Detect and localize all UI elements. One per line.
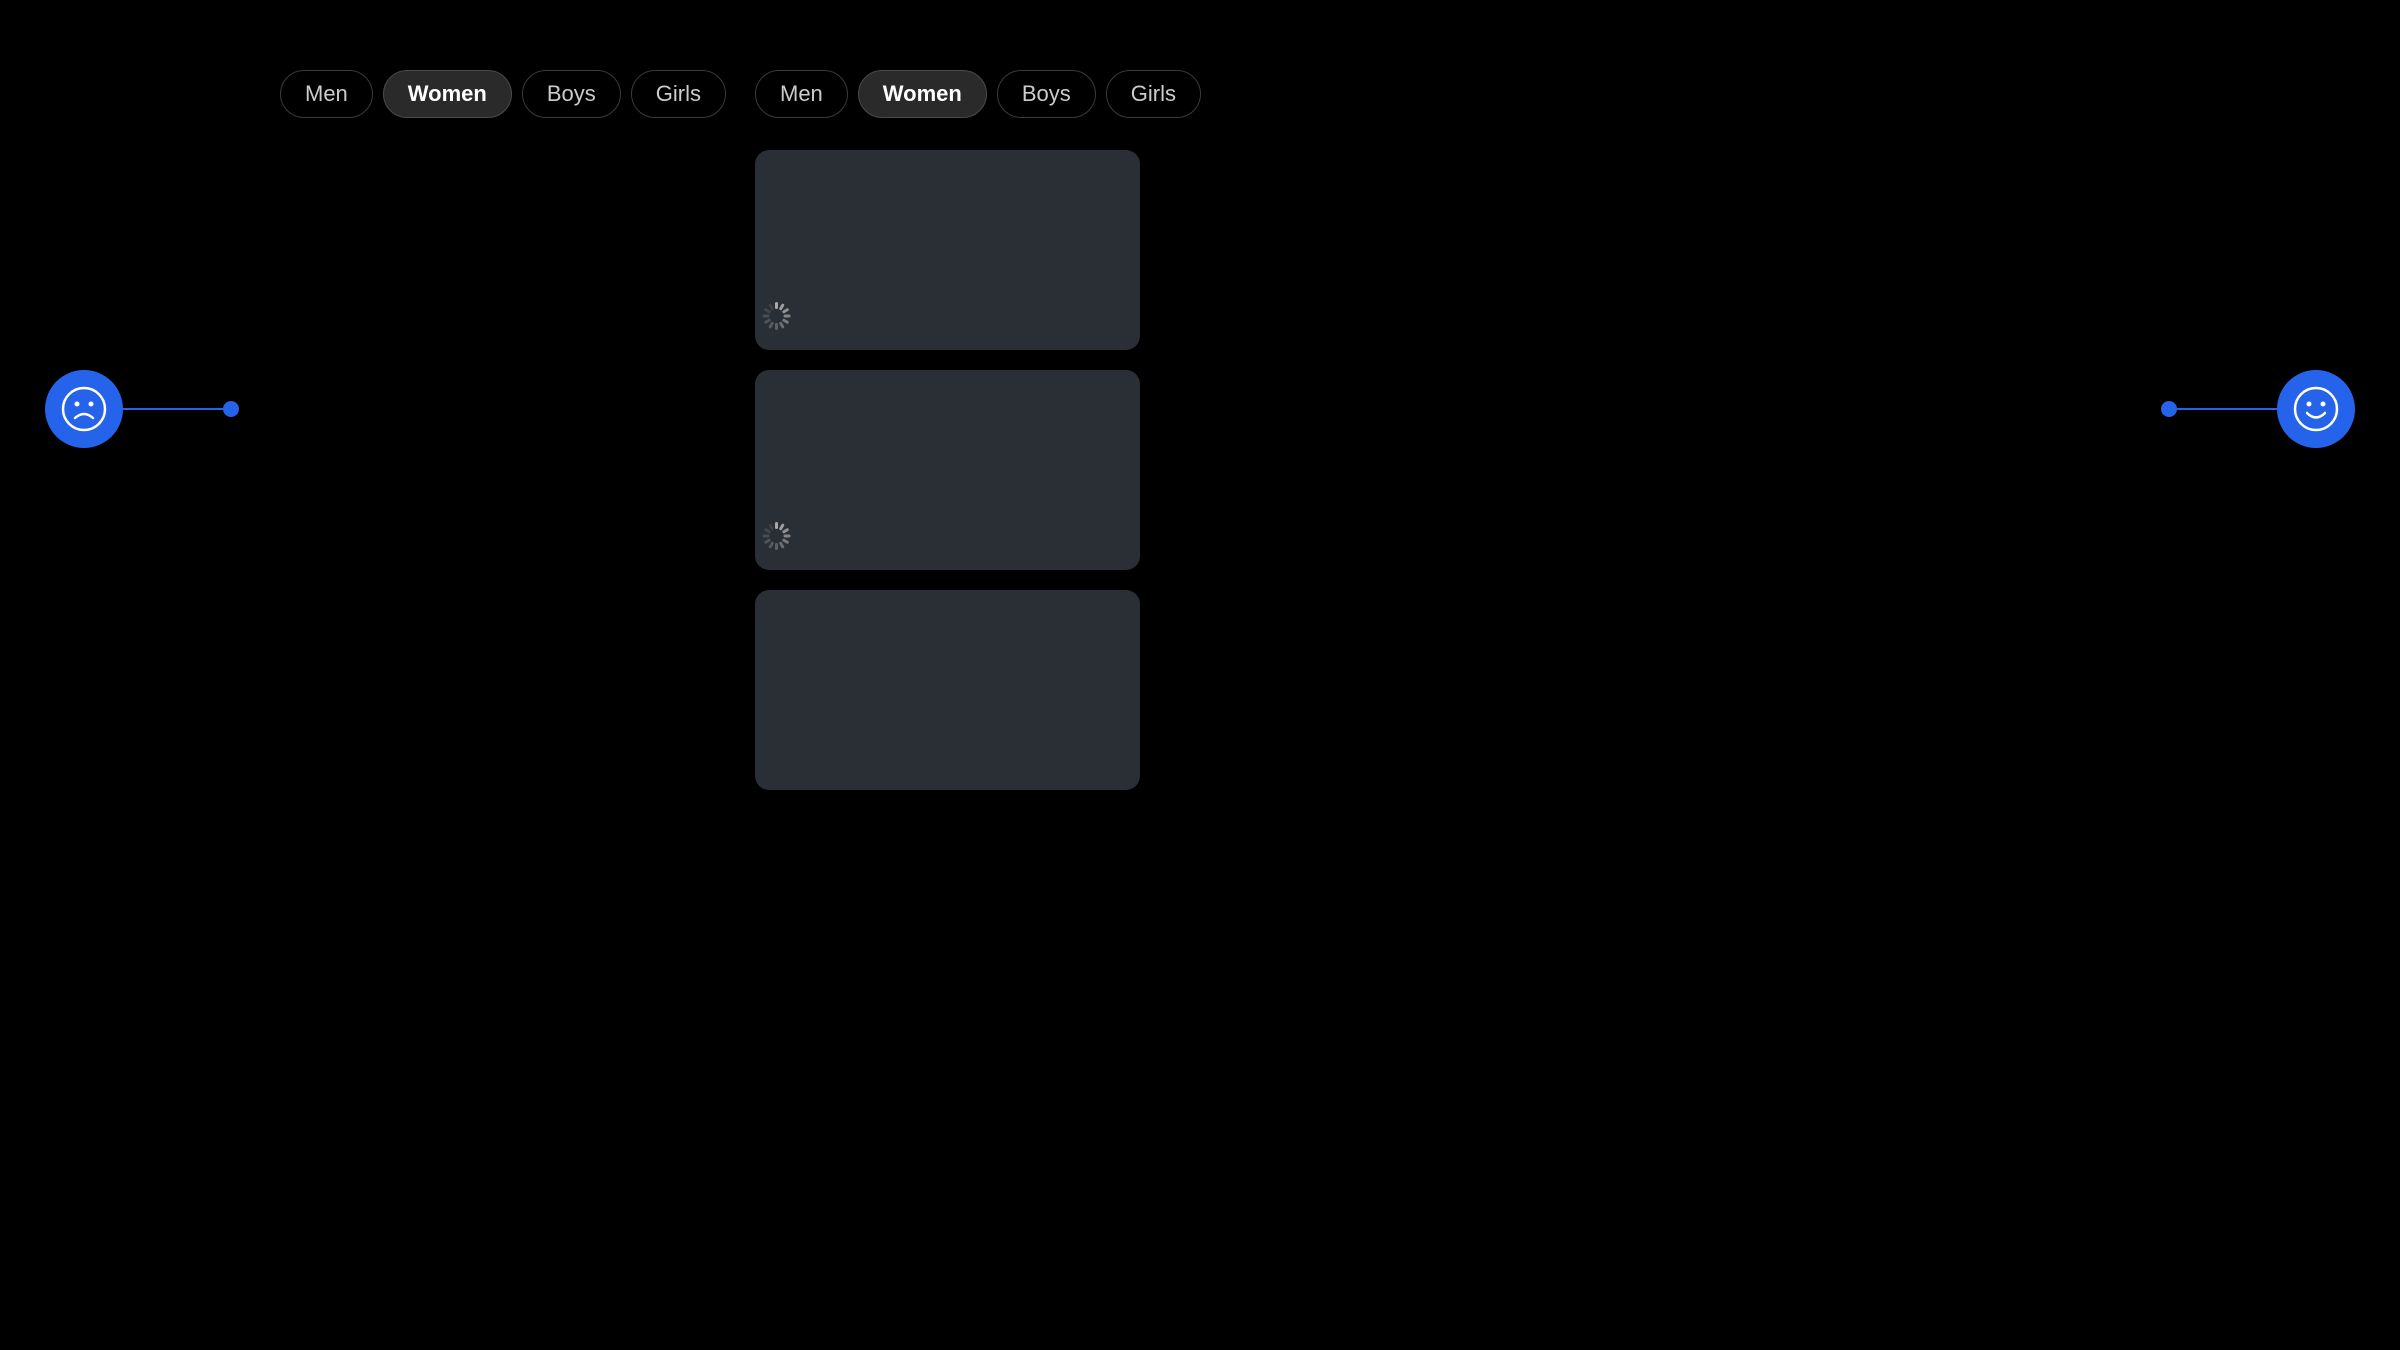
slider-dot-right [2161, 401, 2177, 417]
tab-boys-left[interactable]: Boys [522, 70, 621, 118]
tab-women-left[interactable]: Women [383, 70, 512, 118]
tab-men-right[interactable]: Men [755, 70, 848, 118]
tab-girls-right[interactable]: Girls [1106, 70, 1201, 118]
loading-spinner-2 [775, 522, 803, 550]
tab-women-right[interactable]: Women [858, 70, 987, 118]
tab-girls-left[interactable]: Girls [631, 70, 726, 118]
slider-line-left [123, 408, 223, 410]
sad-face-icon [45, 370, 123, 448]
cards-area [755, 150, 1145, 790]
card-1 [755, 150, 1140, 350]
tab-group-left: Men Women Boys Girls [280, 70, 726, 118]
happy-face-icon [2277, 370, 2355, 448]
loading-spinner-1 [775, 302, 803, 330]
sentiment-slider-right [2161, 370, 2355, 448]
slider-line-right [2177, 408, 2277, 410]
slider-dot-left [223, 401, 239, 417]
tab-group-right: Men Women Boys Girls [755, 70, 1201, 118]
card-3 [755, 590, 1140, 790]
tab-boys-right[interactable]: Boys [997, 70, 1096, 118]
sentiment-slider-left [45, 370, 239, 448]
card-2 [755, 370, 1140, 570]
tab-men-left[interactable]: Men [280, 70, 373, 118]
